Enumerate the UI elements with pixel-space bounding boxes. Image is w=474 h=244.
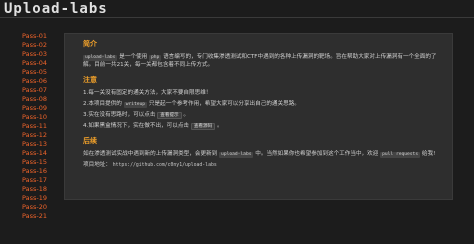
notice-heading: 注意: [83, 76, 97, 84]
notice-item-2-text-a: 2.本项目提供的: [83, 101, 122, 107]
notice-item-4: 4.如果黑盒情况下，实在做不出，可以点击 查看源码 。: [83, 122, 443, 130]
notice-item-3-text-b: 。: [183, 112, 190, 118]
sidebar-item-pass-17[interactable]: Pass-17: [22, 176, 66, 185]
header-divider: [0, 17, 474, 18]
sidebar-item-pass-05[interactable]: Pass-05: [22, 68, 66, 77]
sidebar-item-pass-13[interactable]: Pass-13: [22, 140, 66, 149]
notice-item-4-text-b: 。: [216, 123, 223, 129]
show-source-button[interactable]: 查看源码: [190, 123, 216, 130]
sidebar-item-pass-21[interactable]: Pass-21: [22, 212, 66, 221]
intro-paragraph: upload-labs 是一个使用 php 语言编写的，专门收集渗透测试和CTF…: [83, 53, 443, 69]
notice-item-2-code: writeup: [123, 102, 148, 108]
sidebar-item-pass-20[interactable]: Pass-20: [22, 203, 66, 212]
outro-paragraph: 如在渗透测试实战中遇到新的上传漏洞类型，会更新到 upload-labs 中。当…: [83, 150, 443, 158]
sidebar-item-pass-09[interactable]: Pass-09: [22, 104, 66, 113]
sidebar: Pass-01 Pass-02 Pass-03 Pass-04 Pass-05 …: [22, 32, 66, 221]
notice-item-3-text-a: 3.实在没有思路时，可以点击: [83, 112, 156, 118]
sidebar-item-pass-14[interactable]: Pass-14: [22, 149, 66, 158]
project-address: 项目地址： https://github.com/c0ny1/upload-la…: [83, 161, 443, 170]
outro-code-pr: pull requests: [380, 152, 421, 158]
outro-text-b: 中。当然如果你也希望参加到这个工作当中，欢迎: [255, 151, 379, 157]
notice-item-2: 2.本项目提供的 writeup 只是起一个参考作用，希望大家可以分享出自己的通…: [83, 100, 443, 108]
project-link[interactable]: https://github.com/c0ny1/upload-labs: [113, 163, 217, 168]
app-root: Upload-labs Pass-01 Pass-02 Pass-03 Pass…: [0, 0, 474, 244]
intro-heading: 简介: [83, 40, 97, 48]
intro-code-project: upload-labs: [83, 55, 118, 61]
notice-item-2-text-b: 只是起一个参考作用，希望大家可以分享出自己的通关思路。: [148, 101, 300, 107]
notice-item-3: 3.实在没有思路时，可以点击 查看提示 。: [83, 111, 443, 119]
notice-item-4-text-a: 4.如果黑盒情况下，实在做不出，可以点击: [83, 123, 190, 129]
sidebar-item-pass-11[interactable]: Pass-11: [22, 122, 66, 131]
outro-code-project: upload-labs: [219, 152, 254, 158]
sidebar-item-pass-08[interactable]: Pass-08: [22, 95, 66, 104]
sidebar-item-pass-19[interactable]: Pass-19: [22, 194, 66, 203]
outro-text-c: 给我!: [421, 151, 436, 157]
sidebar-item-pass-06[interactable]: Pass-06: [22, 77, 66, 86]
sidebar-item-pass-02[interactable]: Pass-02: [22, 41, 66, 50]
outro-heading: 后续: [83, 137, 97, 145]
sidebar-item-pass-16[interactable]: Pass-16: [22, 167, 66, 176]
sidebar-item-pass-18[interactable]: Pass-18: [22, 185, 66, 194]
logo[interactable]: Upload-labs: [4, 1, 108, 17]
show-hint-button[interactable]: 查看提示: [157, 112, 182, 119]
sidebar-item-pass-10[interactable]: Pass-10: [22, 113, 66, 122]
sidebar-item-pass-07[interactable]: Pass-07: [22, 86, 66, 95]
sidebar-item-pass-12[interactable]: Pass-12: [22, 131, 66, 140]
sidebar-item-pass-01[interactable]: Pass-01: [22, 32, 66, 41]
outro-text-a: 如在渗透测试实战中遇到新的上传漏洞类型，会更新到: [83, 151, 218, 157]
sidebar-item-pass-15[interactable]: Pass-15: [22, 158, 66, 167]
content-panel: 简介 upload-labs 是一个使用 php 语言编写的，专门收集渗透测试和…: [64, 33, 453, 200]
sidebar-item-pass-03[interactable]: Pass-03: [22, 50, 66, 59]
intro-text-1: 是一个使用: [119, 54, 148, 60]
notice-item-1: 1.每一关没有固定的通关方法，大家不要自限思维！: [83, 90, 212, 96]
project-label: 项目地址：: [83, 162, 111, 168]
sidebar-item-pass-04[interactable]: Pass-04: [22, 59, 66, 68]
intro-code-lang: php: [148, 55, 162, 61]
